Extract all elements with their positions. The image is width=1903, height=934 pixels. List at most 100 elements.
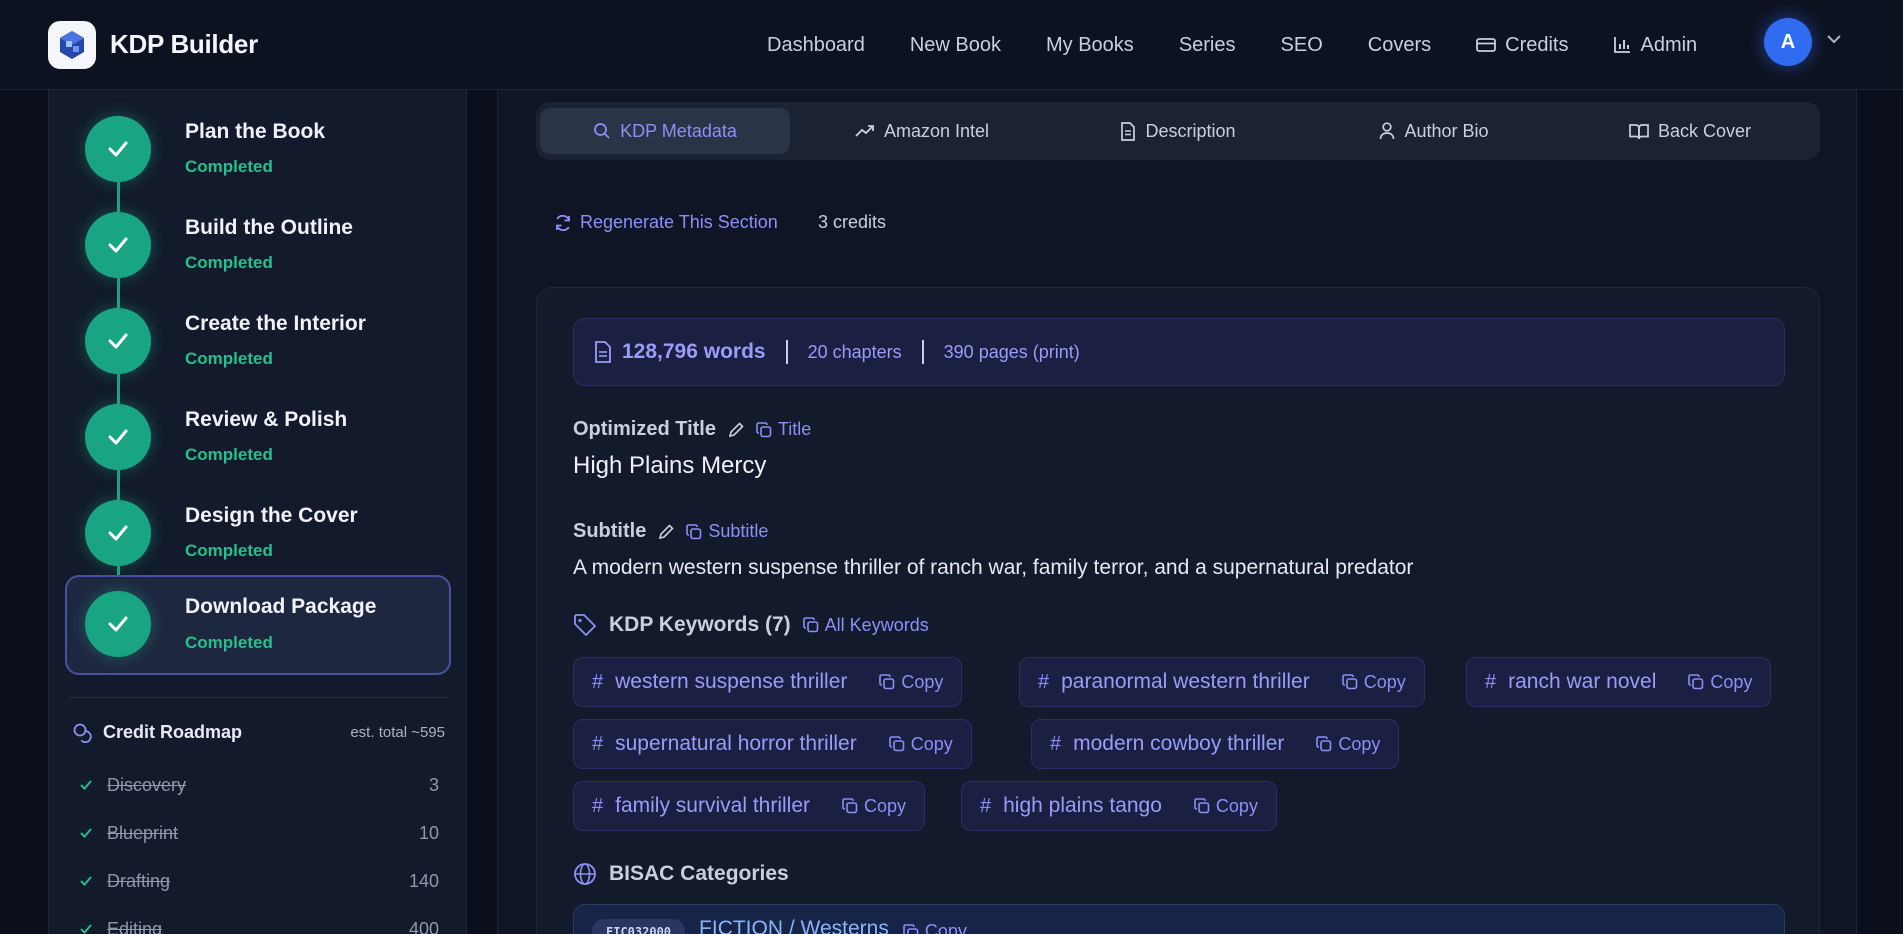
copy-keyword-label: Copy xyxy=(1338,733,1381,754)
step-status: Completed xyxy=(185,157,273,176)
hash-icon: # xyxy=(592,794,604,817)
subtitle-label: Subtitle xyxy=(573,520,647,542)
subtitle-value: A modern western suspense thriller of ra… xyxy=(573,556,1414,579)
nav-credits[interactable]: Credits xyxy=(1476,34,1568,57)
nav-new-book[interactable]: New Book xyxy=(910,34,1001,57)
workflow-sidebar: Plan the Book Completed Build the Outlin… xyxy=(48,90,467,934)
copy-bisac-label: Copy xyxy=(924,921,967,934)
roadmap-item-label: Discovery xyxy=(107,774,187,795)
step-title: Design the Cover xyxy=(185,504,358,527)
refresh-icon xyxy=(556,214,570,231)
copy-keyword-button[interactable]: Copy xyxy=(1688,672,1752,693)
bisac-header: BISAC Categories xyxy=(573,862,789,886)
copy-keyword-button[interactable]: Copy xyxy=(1341,672,1406,693)
step-title: Download Package xyxy=(185,595,377,618)
step-design-the-cover[interactable]: Design the Cover Completed xyxy=(65,486,451,596)
nav-dashboard[interactable]: Dashboard xyxy=(767,34,865,57)
step-build-the-outline[interactable]: Build the Outline Completed xyxy=(65,198,451,308)
tab-author-bio[interactable]: Author Bio xyxy=(1306,108,1562,154)
roadmap-item-value: 10 xyxy=(418,822,439,843)
regenerate-section-button[interactable]: Regenerate This Section xyxy=(554,212,778,233)
keyword-chip: # ranch war novel Copy xyxy=(1466,657,1772,707)
pencil-icon xyxy=(728,421,744,437)
nav-my-books[interactable]: My Books xyxy=(1046,34,1134,57)
step-create-the-interior[interactable]: Create the Interior Completed xyxy=(65,294,451,404)
brand[interactable]: KDP Builder xyxy=(48,20,258,69)
tab-back-cover[interactable]: Back Cover xyxy=(1562,108,1818,154)
copy-keyword-button[interactable]: Copy xyxy=(879,672,943,693)
copy-keyword-button[interactable]: Copy xyxy=(1316,734,1380,755)
edit-subtitle-button[interactable] xyxy=(658,523,674,540)
regenerate-cost: 3 credits xyxy=(818,212,887,232)
roadmap-item: Editing 400 xyxy=(79,915,439,934)
tab-label: Amazon Intel xyxy=(883,120,990,141)
roadmap-item: Discovery 3 xyxy=(79,771,439,799)
copy-icon xyxy=(888,736,905,752)
check-icon xyxy=(108,333,128,349)
step-complete-check xyxy=(85,308,151,374)
copy-title-button[interactable]: Title xyxy=(756,419,811,440)
copy-subtitle-button[interactable]: Subtitle xyxy=(686,521,768,542)
copy-keyword-button[interactable]: Copy xyxy=(888,734,953,755)
roadmap-item-value: 3 xyxy=(428,774,439,795)
keyword-text: modern cowboy thriller xyxy=(1073,732,1285,755)
nav-series[interactable]: Series xyxy=(1179,34,1236,57)
hash-icon: # xyxy=(592,670,604,693)
nav-covers[interactable]: Covers xyxy=(1368,34,1431,57)
main-nav: Dashboard New Book My Books Series SEO C… xyxy=(767,0,1742,90)
roadmap-item-label: Drafting xyxy=(107,870,171,891)
sidebar-divider xyxy=(69,697,449,698)
copy-keyword-label: Copy xyxy=(901,671,944,692)
trending-up-icon xyxy=(855,125,874,137)
step-download-package[interactable]: Download Package Completed xyxy=(65,575,451,675)
copy-title-label: Title xyxy=(777,419,812,439)
step-title: Review & Polish xyxy=(185,408,348,431)
tab-kdp-metadata[interactable]: KDP Metadata xyxy=(540,108,790,154)
bar-chart-icon xyxy=(1614,37,1631,53)
kdp-metadata-card: 128,796 words 20 chapters 390 pages (pri… xyxy=(536,287,1820,934)
book-open-icon xyxy=(1629,123,1649,139)
nav-admin[interactable]: Admin xyxy=(1613,34,1697,57)
step-review-and-polish[interactable]: Review & Polish Completed xyxy=(65,390,451,500)
copy-icon xyxy=(1341,674,1358,690)
copy-keyword-button[interactable]: Copy xyxy=(1194,796,1258,817)
keywords-header: KDP Keywords (7) All Keywords xyxy=(573,613,929,637)
copy-all-keywords-label: All Keywords xyxy=(824,614,929,635)
edit-title-button[interactable] xyxy=(728,421,744,438)
globe-icon xyxy=(574,863,596,885)
copy-icon xyxy=(842,798,858,814)
page-count: 390 pages (print) xyxy=(943,341,1080,362)
hash-icon: # xyxy=(980,794,992,817)
keyword-text: western suspense thriller xyxy=(615,670,848,693)
keyword-text: high plains tango xyxy=(1003,794,1162,817)
copy-all-keywords-button[interactable]: All Keywords xyxy=(802,614,929,636)
step-plan-the-book[interactable]: Plan the Book Completed xyxy=(65,102,451,212)
copy-keyword-button[interactable]: Copy xyxy=(842,796,906,817)
step-title: Plan the Book xyxy=(185,120,326,143)
step-status: Completed xyxy=(185,253,273,272)
chapter-count: 20 chapters xyxy=(807,341,902,362)
credit-roadmap-header: Credit Roadmap est. total ~595 xyxy=(73,722,445,743)
tab-label: Author Bio xyxy=(1404,120,1489,141)
check-icon xyxy=(80,924,92,934)
step-status: Completed xyxy=(185,349,273,368)
keyword-chip: # high plains tango Copy xyxy=(961,781,1277,831)
check-icon xyxy=(108,525,128,541)
keywords-title: KDP Keywords (7) xyxy=(609,613,791,636)
optimized-title-label: Optimized Title xyxy=(573,418,716,440)
check-icon xyxy=(108,237,128,253)
tab-amazon-intel[interactable]: Amazon Intel xyxy=(794,108,1050,154)
copy-icon xyxy=(1194,798,1210,814)
avatar[interactable]: A xyxy=(1764,18,1812,66)
copy-bisac-button[interactable]: Copy xyxy=(903,921,967,934)
nav-seo[interactable]: SEO xyxy=(1281,34,1323,57)
check-icon xyxy=(108,429,128,445)
copy-keyword-label: Copy xyxy=(1710,671,1753,692)
section-tabs: KDP Metadata Amazon Intel Description Au… xyxy=(536,102,1820,160)
credit-card-icon xyxy=(1476,38,1497,52)
chevron-down-icon[interactable] xyxy=(1826,34,1842,44)
tab-description[interactable]: Description xyxy=(1050,108,1306,154)
copy-subtitle-label: Subtitle xyxy=(708,521,769,541)
roadmap-item: Blueprint 10 xyxy=(79,819,439,847)
copy-icon xyxy=(903,923,919,934)
